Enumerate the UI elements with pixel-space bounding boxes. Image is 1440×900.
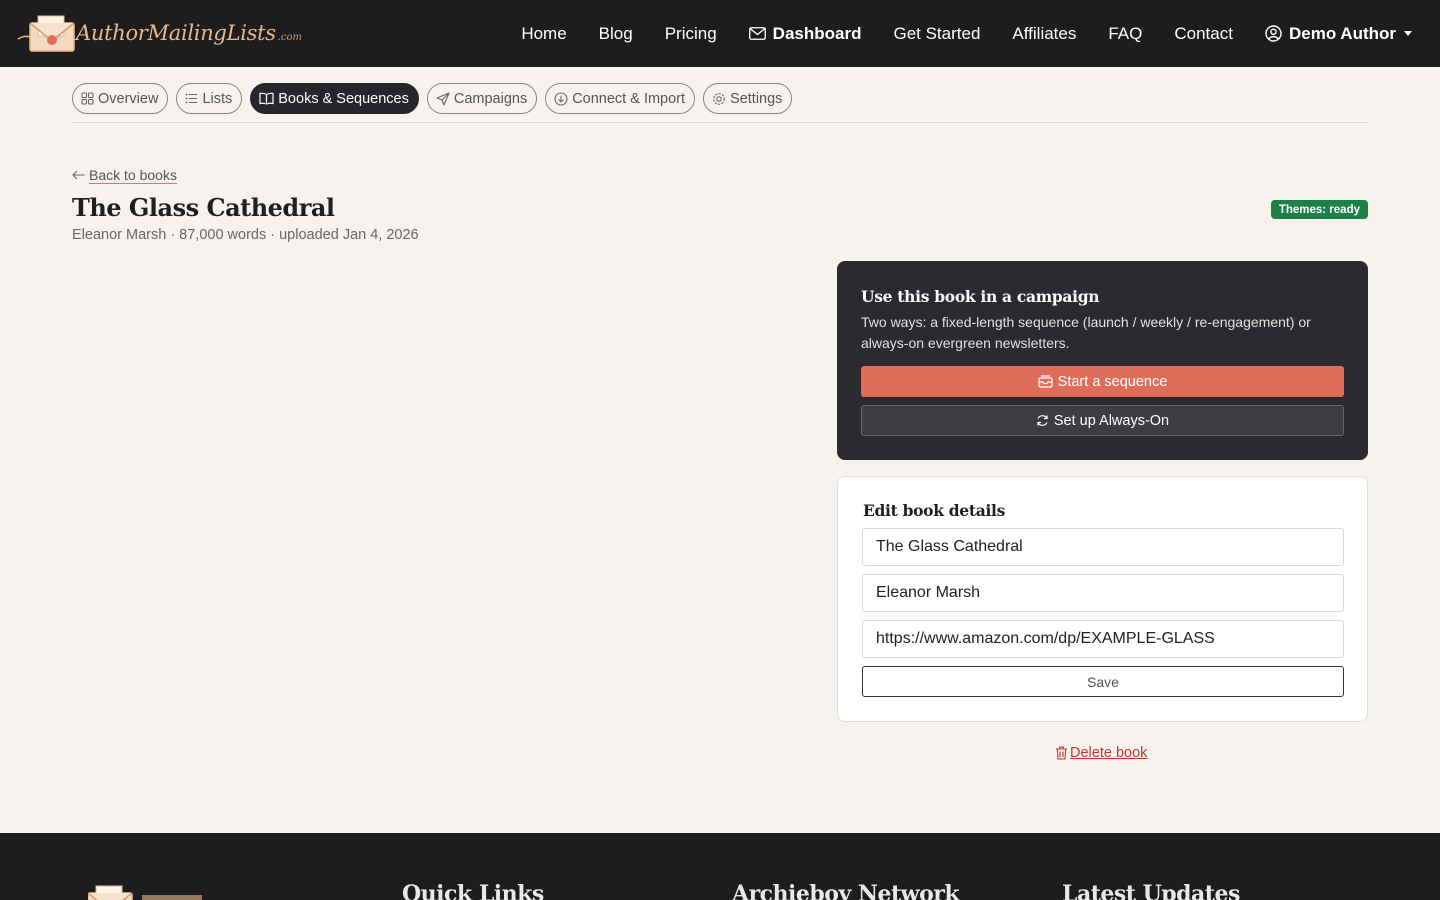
tabs-divider (72, 122, 1368, 123)
book-meta: Eleanor Marsh · 87,000 words · uploaded … (72, 227, 419, 243)
user-menu-label: Demo Author (1288, 23, 1396, 43)
user-circle-icon (1265, 25, 1282, 42)
site-logo[interactable]: AuthorMailingLists .com (16, 13, 302, 53)
tab-overview-label: Overview (98, 90, 159, 107)
logo-wordmark: AuthorMailingLists (76, 21, 276, 45)
footer-logo-icon (87, 883, 208, 900)
tab-books-label: Books & Sequences (278, 90, 409, 107)
nav-get-started[interactable]: Get Started (893, 24, 980, 44)
nav-dashboard-label: Dashboard (772, 23, 862, 43)
status-badge: Themes: ready (1270, 200, 1368, 219)
dashboard-tabs: Overview Lists Books & Sequences Campaig… (72, 83, 800, 114)
back-link-label: Back to books (89, 167, 177, 183)
nav-dashboard[interactable]: Dashboard (748, 23, 862, 44)
nav-contact[interactable]: Contact (1174, 24, 1233, 44)
tab-lists-label: Lists (202, 90, 233, 107)
gear-icon (713, 92, 725, 105)
download-circle-icon (554, 91, 568, 106)
always-on-button[interactable]: Set up Always-On (861, 405, 1344, 436)
tab-books-sequences[interactable]: Books & Sequences (250, 83, 419, 114)
nav-blog[interactable]: Blog (599, 24, 633, 44)
chevron-down-icon (1404, 31, 1412, 36)
arrow-left-icon (72, 170, 85, 180)
delete-book-link[interactable]: Delete book (1055, 745, 1147, 761)
book-open-icon (259, 92, 274, 105)
campaign-card: Use this book in a campaign Two ways: a … (837, 261, 1368, 460)
top-navbar: AuthorMailingLists .com Home Blog Pricin… (0, 0, 1440, 67)
list-icon (186, 93, 198, 104)
footer: Quick Links Archieboy Network Latest Upd… (0, 833, 1440, 900)
always-on-label: Set up Always-On (1053, 412, 1170, 429)
trash-icon (1056, 746, 1067, 760)
book-title-field[interactable] (862, 528, 1344, 566)
page-title: The Glass Cathedral (72, 193, 335, 222)
edit-book-card: Edit book details Save (837, 476, 1368, 722)
campaign-description: Two ways: a fixed-length sequence (launc… (861, 314, 1311, 351)
footer-updates-heading: Latest Updates (1062, 881, 1240, 900)
start-sequence-button[interactable]: Start a sequence (861, 366, 1344, 397)
nav-pricing[interactable]: Pricing (665, 24, 717, 44)
nav-links: Home Blog Pricing Dashboard Get Started … (521, 0, 1440, 67)
envelope-icon (748, 27, 766, 40)
tab-connect-import[interactable]: Connect & Import (545, 83, 696, 114)
campaign-heading: Use this book in a campaign (861, 287, 1100, 306)
book-author-field[interactable] (862, 574, 1344, 612)
user-menu[interactable]: Demo Author (1265, 24, 1412, 44)
back-to-books-link[interactable]: Back to books (72, 167, 177, 183)
footer-network-heading: Archieboy Network (732, 881, 960, 900)
inbox-icon (1038, 375, 1053, 388)
nav-faq[interactable]: FAQ (1108, 24, 1142, 44)
edit-heading: Edit book details (863, 501, 1006, 520)
grid-icon (81, 92, 94, 105)
refresh-icon (1037, 415, 1048, 426)
nav-affiliates[interactable]: Affiliates (1012, 24, 1076, 44)
save-button[interactable]: Save (862, 666, 1344, 697)
logo-suffix: .com (277, 31, 303, 43)
tab-connect-label: Connect & Import (572, 90, 686, 107)
tab-lists[interactable]: Lists (176, 83, 243, 114)
envelope-logo-icon (16, 13, 78, 53)
delete-book-label: Delete book (1070, 745, 1148, 761)
send-icon (436, 91, 450, 106)
tab-campaigns[interactable]: Campaigns (426, 83, 538, 114)
tab-campaigns-label: Campaigns (453, 90, 528, 107)
book-url-field[interactable] (862, 620, 1344, 658)
tab-overview[interactable]: Overview (72, 83, 169, 114)
start-sequence-label: Start a sequence (1057, 373, 1168, 390)
nav-home[interactable]: Home (521, 24, 566, 44)
footer-quick-links-heading: Quick Links (402, 881, 544, 900)
tab-settings[interactable]: Settings (703, 83, 793, 114)
tab-settings-label: Settings (730, 90, 783, 107)
